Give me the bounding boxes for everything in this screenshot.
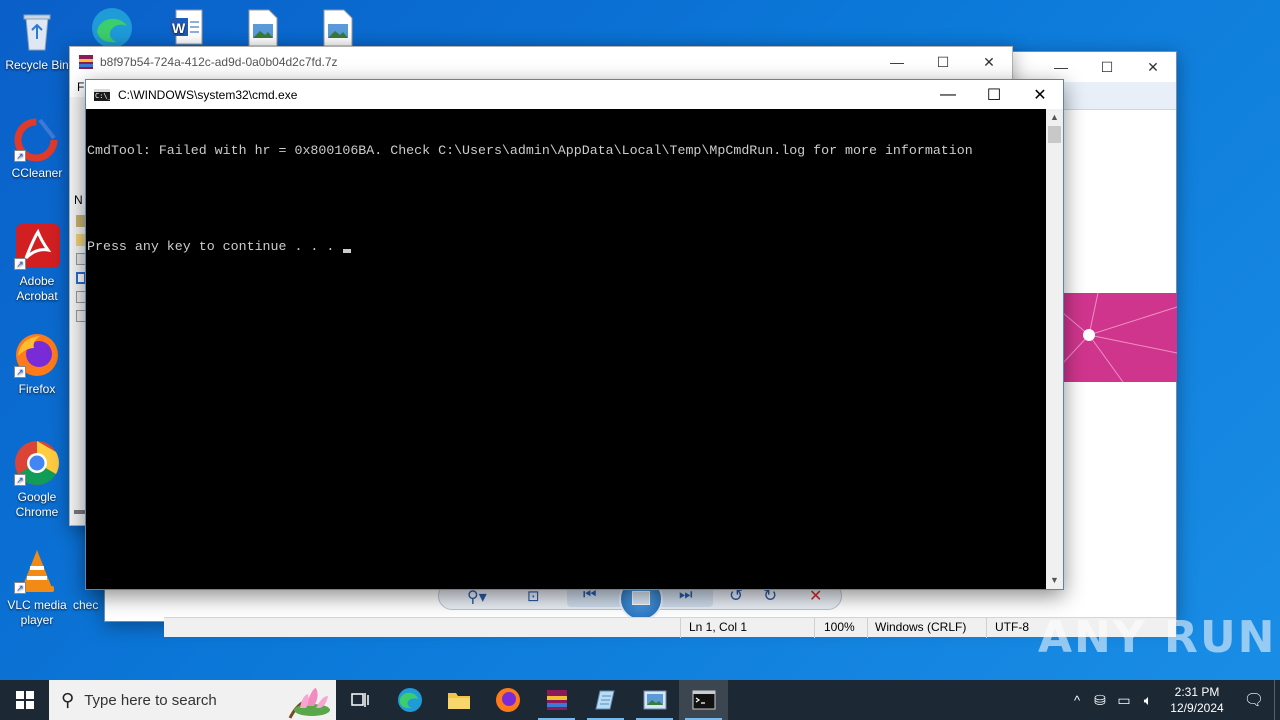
zoom-icon[interactable]: ⚲▾	[467, 587, 487, 607]
desktop-icon-label: Recycle Bin	[5, 58, 69, 72]
shortcut-arrow-icon: ↗	[14, 582, 26, 594]
photo-preview	[1063, 293, 1177, 382]
winrar-icon	[79, 55, 93, 69]
minimize-button[interactable]: —	[874, 47, 920, 77]
desktop-icon-ccleaner[interactable]: ↗ CCleaner	[1, 116, 73, 181]
encoding: UTF-8	[995, 620, 1029, 634]
windows-logo-icon	[15, 691, 34, 709]
desktop-icon-label: Google Chrome	[15, 490, 59, 519]
recycle-bin-icon	[14, 8, 60, 54]
desktop-icon-label: Adobe Acrobat	[16, 274, 58, 303]
window-title: C:\WINDOWS\system32\cmd.exe	[118, 87, 298, 102]
close-button[interactable]: ✕	[1130, 52, 1176, 82]
desktop-icon-recycle-bin[interactable]: Recycle Bin	[1, 8, 73, 73]
taskbar-search[interactable]: ⚲ Type here to search	[49, 680, 336, 720]
chrome-icon: ↗	[14, 440, 60, 486]
taskbar-firefox[interactable]	[483, 680, 532, 720]
taskbar-file-explorer[interactable]	[434, 680, 483, 720]
desktop-icon-firefox[interactable]: ↗ Firefox	[1, 332, 73, 397]
window-title: b8f97b54-724a-412c-ad9d-0a0b04d2c7fd.7z	[100, 55, 338, 69]
firefox-icon: ↗	[14, 332, 60, 378]
line-ending: Windows (CRLF)	[875, 620, 967, 634]
cmd-icon	[692, 690, 715, 710]
search-highlight-icon	[288, 688, 330, 719]
notifications-icon[interactable]: 🗨︎	[1234, 690, 1274, 710]
network-icon[interactable]: ▭	[1112, 692, 1136, 709]
taskbar-photo-viewer[interactable]	[630, 680, 679, 720]
desktop-icon-label: VLC media player	[7, 598, 67, 627]
clock[interactable]: 2:31 PM 12/9/2024	[1160, 684, 1234, 716]
close-button[interactable]: ✕	[1017, 80, 1063, 110]
edge-icon	[397, 688, 422, 712]
window-controls: — ☐ ✕	[925, 80, 1063, 110]
system-tray: ^ ⛁ ▭ 🔈︎ 2:31 PM 12/9/2024 🗨︎	[1066, 680, 1280, 720]
minimize-button[interactable]: —	[1038, 52, 1084, 82]
folder-icon	[447, 693, 470, 709]
console-output[interactable]: CmdTool: Failed with hr = 0x800106BA. Ch…	[86, 109, 1046, 589]
cmd-titlebar[interactable]: C:\_ C:\WINDOWS\system32\cmd.exe — ☐ ✕	[86, 80, 1063, 109]
shortcut-arrow-icon: ↗	[14, 366, 26, 378]
adobe-acrobat-icon: ↗	[14, 224, 60, 270]
desktop-icon-vlc[interactable]: ↗ VLC media player	[1, 548, 73, 628]
svg-text:W: W	[172, 20, 186, 36]
cmd-icon: C:\_	[94, 88, 112, 101]
close-button[interactable]: ✕	[966, 47, 1012, 77]
console-line: Press any key to continue . . .	[87, 239, 343, 254]
maximize-button[interactable]: ☐	[920, 47, 966, 77]
file-list-header: N	[74, 193, 83, 207]
taskbar-cmd[interactable]	[679, 680, 728, 720]
window-controls: — ☐ ✕	[874, 47, 1012, 77]
taskbar-winrar[interactable]	[532, 680, 581, 720]
notepad-status-bar: Ln 1, Col 1 100% Windows (CRLF) UTF-8	[164, 617, 1176, 638]
maximize-button[interactable]: ☐	[1084, 52, 1130, 82]
search-placeholder: Type here to search	[84, 691, 217, 709]
cursor-position: Ln 1, Col 1	[689, 620, 748, 634]
desktop-icon-adobe-acrobat[interactable]: ↗ Adobe Acrobat	[1, 224, 73, 304]
maximize-button[interactable]: ☐	[971, 80, 1017, 110]
desktop-icon-chrome[interactable]: ↗ Google Chrome	[1, 440, 73, 520]
clock-time: 2:31 PM	[1174, 685, 1220, 699]
winrar-icon	[546, 690, 567, 710]
taskbar-notepad[interactable]	[581, 680, 630, 720]
vlc-icon: ↗	[14, 548, 60, 594]
window-controls: — ☐ ✕	[1038, 52, 1176, 82]
scroll-up-icon[interactable]: ▲	[1046, 109, 1063, 126]
desktop-icon-label: Firefox	[18, 382, 56, 396]
shortcut-arrow-icon: ↗	[14, 474, 26, 486]
task-view-icon	[350, 693, 369, 707]
firefox-icon	[495, 688, 520, 712]
scroll-down-icon[interactable]: ▼	[1046, 572, 1063, 589]
shortcut-arrow-icon: ↗	[14, 258, 26, 270]
slideshow-icon	[632, 591, 650, 605]
zoom-level: 100%	[824, 620, 855, 634]
network-sharing-icon[interactable]: ⛁	[1088, 692, 1112, 709]
vertical-scrollbar[interactable]: ▲ ▼	[1046, 109, 1063, 589]
text-cursor	[343, 249, 352, 253]
desktop-icon-label: CCleaner	[11, 166, 63, 180]
show-hidden-icons-chevron-icon[interactable]: ^	[1066, 693, 1088, 708]
task-view-button[interactable]	[336, 680, 385, 720]
ccleaner-icon: ↗	[14, 116, 60, 162]
clock-date: 12/9/2024	[1170, 701, 1224, 715]
volume-icon[interactable]: 🔈︎	[1136, 692, 1160, 709]
taskbar: ⚲ Type here to search ^ ⛁ ▭ 🔈︎ 2:31 PM 1…	[0, 680, 1280, 720]
minimize-button[interactable]: —	[925, 80, 971, 110]
search-icon: ⚲	[61, 689, 75, 710]
anyrun-watermark: ANY RUN	[1038, 612, 1277, 663]
show-desktop-button[interactable]	[1274, 680, 1280, 720]
edge-icon	[89, 4, 135, 50]
notepad-icon	[594, 690, 615, 710]
taskbar-edge[interactable]	[385, 680, 434, 720]
cmd-window[interactable]: C:\_ C:\WINDOWS\system32\cmd.exe — ☐ ✕ C…	[85, 79, 1064, 590]
start-button[interactable]	[0, 680, 49, 720]
console-line: CmdTool: Failed with hr = 0x800106BA. Ch…	[87, 143, 973, 158]
photo-viewer-icon	[643, 690, 666, 710]
scrollbar-thumb[interactable]	[1048, 126, 1061, 143]
shortcut-arrow-icon: ↗	[14, 150, 26, 162]
